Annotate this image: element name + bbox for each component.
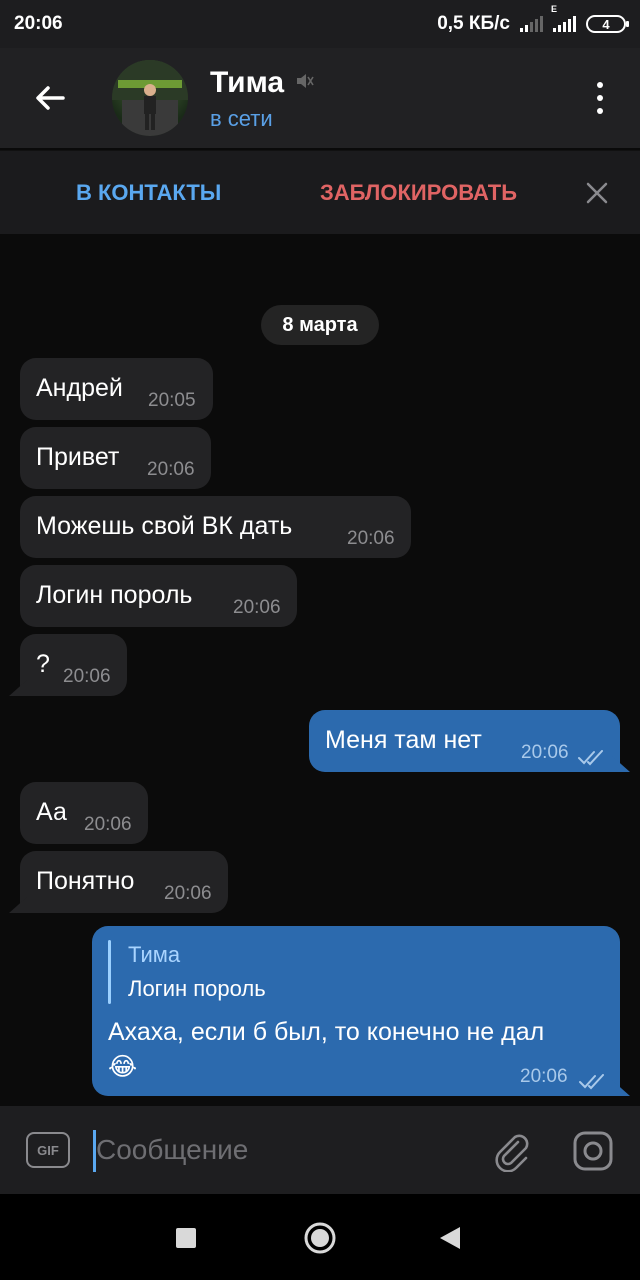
status-time: 20:06 bbox=[14, 13, 63, 34]
gif-button[interactable]: GIF bbox=[26, 1132, 70, 1168]
message-bubble-incoming[interactable]: Можешь свой ВК дать 20:06 bbox=[20, 496, 411, 558]
block-button[interactable]: ЗАБЛОКИРОВАТЬ bbox=[320, 151, 517, 235]
camera-icon[interactable] bbox=[572, 1130, 614, 1172]
message-time: 20:06 bbox=[147, 459, 195, 480]
message-time: 20:06 bbox=[521, 742, 569, 763]
reply-quote-bar bbox=[108, 940, 111, 1004]
message-time: 20:06 bbox=[63, 666, 111, 687]
message-input[interactable] bbox=[96, 1128, 476, 1172]
chat-header: Тима в сети bbox=[0, 48, 640, 148]
message-time: 20:06 bbox=[84, 814, 132, 835]
message-text: Понятно bbox=[36, 867, 135, 895]
message-text: Меня там нет bbox=[325, 726, 482, 754]
message-time: 20:06 bbox=[233, 597, 281, 618]
system-navigation-bar bbox=[0, 1194, 640, 1280]
cell-signal-icon: E bbox=[551, 4, 576, 32]
read-checkmarks-icon bbox=[577, 744, 607, 766]
add-contact-button[interactable]: В КОНТАКТЫ bbox=[76, 151, 221, 235]
unknown-contact-bar: В КОНТАКТЫ ЗАБЛОКИРОВАТЬ bbox=[0, 150, 640, 234]
contact-status: в сети bbox=[210, 106, 273, 131]
mute-icon bbox=[294, 71, 314, 96]
message-text: Привет bbox=[36, 443, 120, 471]
message-time: 20:06 bbox=[164, 883, 212, 904]
message-time: 20:05 bbox=[148, 390, 196, 411]
recents-icon[interactable] bbox=[168, 1220, 204, 1256]
battery-icon: 4 bbox=[586, 15, 629, 33]
message-bubble-incoming[interactable]: ? 20:06 bbox=[20, 634, 127, 696]
laughing-emoji-icon: 😂 bbox=[108, 1053, 138, 1081]
more-options-icon[interactable] bbox=[590, 78, 610, 118]
avatar[interactable] bbox=[112, 60, 188, 136]
status-bar: 20:06 0,5 КБ/с E 4 bbox=[0, 0, 640, 48]
contact-name[interactable]: Тима bbox=[210, 66, 284, 100]
message-bubble-outgoing[interactable]: Меня там нет 20:06 bbox=[309, 710, 620, 772]
message-text: ? bbox=[36, 650, 50, 678]
back-triangle-icon[interactable] bbox=[432, 1220, 468, 1256]
message-list[interactable]: 8 марта Андрей 20:05 Привет 20:06 Можешь… bbox=[0, 234, 640, 1106]
message-bubble-incoming[interactable]: Андрей 20:05 bbox=[20, 358, 213, 420]
message-time: 20:06 bbox=[520, 1066, 568, 1087]
home-icon[interactable] bbox=[302, 1220, 338, 1256]
network-speed: 0,5 КБ/с bbox=[437, 13, 510, 34]
paperclip-icon[interactable] bbox=[490, 1130, 532, 1173]
message-text: Ахаха, если б был, то конечно не дал bbox=[108, 1018, 545, 1046]
message-text: Логин пороль bbox=[36, 581, 193, 609]
battery-level: 4 bbox=[602, 16, 610, 32]
message-bubble-incoming[interactable]: Логин пороль 20:06 bbox=[20, 565, 297, 627]
message-composer: GIF bbox=[0, 1106, 640, 1194]
message-bubble-incoming[interactable]: Привет 20:06 bbox=[20, 427, 211, 489]
message-text: Можешь свой ВК дать bbox=[36, 512, 293, 540]
back-arrow-icon[interactable] bbox=[30, 78, 70, 118]
reply-quote-author[interactable]: Тима bbox=[128, 942, 180, 968]
message-text: Аа bbox=[36, 798, 67, 826]
read-checkmarks-icon bbox=[578, 1068, 608, 1090]
close-icon[interactable] bbox=[582, 151, 612, 235]
wifi-signal-icon bbox=[520, 16, 543, 32]
message-bubble-incoming[interactable]: Понятно 20:06 bbox=[20, 851, 228, 913]
message-bubble-incoming[interactable]: Аа 20:06 bbox=[20, 782, 148, 844]
message-text: Андрей bbox=[36, 374, 123, 402]
message-time: 20:06 bbox=[347, 528, 395, 549]
message-bubble-outgoing-reply[interactable]: Тима Логин пороль Ахаха, если б был, то … bbox=[92, 926, 620, 1096]
date-separator: 8 марта bbox=[261, 305, 379, 345]
reply-quote-text[interactable]: Логин пороль bbox=[128, 976, 266, 1002]
